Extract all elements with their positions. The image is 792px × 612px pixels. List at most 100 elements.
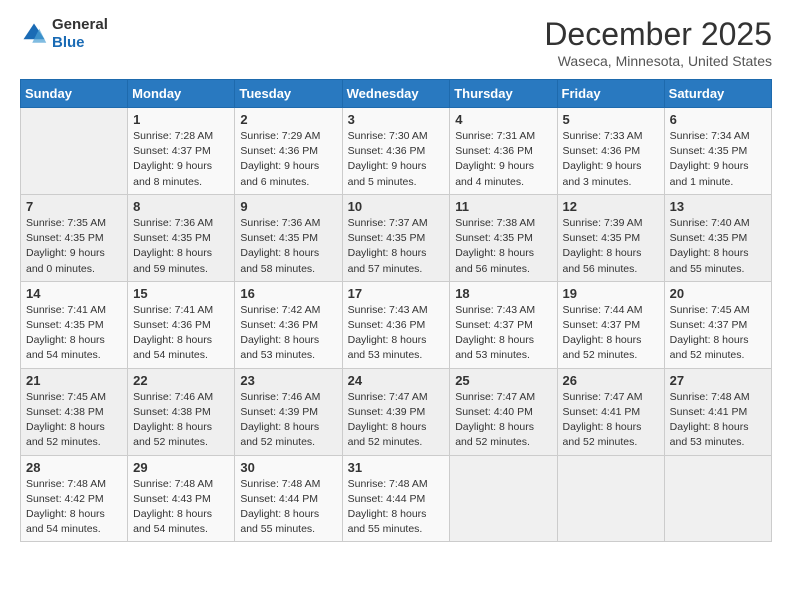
day-info: Sunrise: 7:28 AM Sunset: 4:37 PM Dayligh… — [133, 129, 229, 190]
calendar-week-row: 28 Sunrise: 7:48 AM Sunset: 4:42 PM Dayli… — [21, 455, 772, 542]
day-number: 9 — [240, 199, 336, 214]
day-number: 17 — [348, 286, 445, 301]
calendar-day-cell — [21, 108, 128, 195]
day-number: 24 — [348, 373, 445, 388]
day-number: 14 — [26, 286, 122, 301]
day-number: 23 — [240, 373, 336, 388]
page-header: General Blue December 2025 Waseca, Minne… — [20, 16, 772, 69]
day-info: Sunrise: 7:42 AM Sunset: 4:36 PM Dayligh… — [240, 303, 336, 364]
day-info: Sunrise: 7:38 AM Sunset: 4:35 PM Dayligh… — [455, 216, 551, 277]
weekday-header: Wednesday — [342, 80, 450, 108]
calendar-day-cell: 22 Sunrise: 7:46 AM Sunset: 4:38 PM Dayli… — [128, 368, 235, 455]
weekday-header: Tuesday — [235, 80, 342, 108]
calendar-day-cell: 16Sunrise: 7:42 AM Sunset: 4:36 PM Dayli… — [235, 281, 342, 368]
day-info: Sunrise: 7:35 AM Sunset: 4:35 PM Dayligh… — [26, 216, 122, 277]
day-info: Sunrise: 7:47 AM Sunset: 4:40 PM Dayligh… — [455, 390, 551, 451]
day-info: Sunrise: 7:44 AM Sunset: 4:37 PM Dayligh… — [563, 303, 659, 364]
calendar-day-cell: 6 Sunrise: 7:34 AM Sunset: 4:35 PM Daylig… — [664, 108, 771, 195]
calendar-day-cell: 25Sunrise: 7:47 AM Sunset: 4:40 PM Dayli… — [450, 368, 557, 455]
calendar-day-cell: 27Sunrise: 7:48 AM Sunset: 4:41 PM Dayli… — [664, 368, 771, 455]
calendar-table: SundayMondayTuesdayWednesdayThursdayFrid… — [20, 79, 772, 542]
calendar-day-cell: 30 Sunrise: 7:48 AM Sunset: 4:44 PM Dayli… — [235, 455, 342, 542]
day-number: 5 — [563, 112, 659, 127]
location: Waseca, Minnesota, United States — [544, 53, 772, 69]
calendar-week-row: 14Sunrise: 7:41 AM Sunset: 4:35 PM Dayli… — [21, 281, 772, 368]
day-number: 11 — [455, 199, 551, 214]
day-number: 22 — [133, 373, 229, 388]
day-info: Sunrise: 7:43 AM Sunset: 4:37 PM Dayligh… — [455, 303, 551, 364]
calendar-week-row: 1 Sunrise: 7:28 AM Sunset: 4:37 PM Daylig… — [21, 108, 772, 195]
day-number: 30 — [240, 460, 336, 475]
calendar-week-row: 7Sunrise: 7:35 AM Sunset: 4:35 PM Daylig… — [21, 194, 772, 281]
calendar-day-cell: 28 Sunrise: 7:48 AM Sunset: 4:42 PM Dayli… — [21, 455, 128, 542]
day-info: Sunrise: 7:48 AM Sunset: 4:43 PM Dayligh… — [133, 477, 229, 538]
day-info: Sunrise: 7:30 AM Sunset: 4:36 PM Dayligh… — [348, 129, 445, 190]
day-info: Sunrise: 7:41 AM Sunset: 4:36 PM Dayligh… — [133, 303, 229, 364]
calendar-day-cell: 31Sunrise: 7:48 AM Sunset: 4:44 PM Dayli… — [342, 455, 450, 542]
calendar-day-cell: 1 Sunrise: 7:28 AM Sunset: 4:37 PM Daylig… — [128, 108, 235, 195]
day-info: Sunrise: 7:46 AM Sunset: 4:39 PM Dayligh… — [240, 390, 336, 451]
calendar-day-cell: 2 Sunrise: 7:29 AM Sunset: 4:36 PM Daylig… — [235, 108, 342, 195]
calendar-day-cell: 13 Sunrise: 7:40 AM Sunset: 4:35 PM Dayli… — [664, 194, 771, 281]
day-number: 20 — [670, 286, 766, 301]
day-number: 1 — [133, 112, 229, 127]
calendar-day-cell: 21Sunrise: 7:45 AM Sunset: 4:38 PM Dayli… — [21, 368, 128, 455]
day-info: Sunrise: 7:31 AM Sunset: 4:36 PM Dayligh… — [455, 129, 551, 190]
day-number: 4 — [455, 112, 551, 127]
weekday-header: Friday — [557, 80, 664, 108]
calendar-day-cell: 23 Sunrise: 7:46 AM Sunset: 4:39 PM Dayli… — [235, 368, 342, 455]
day-info: Sunrise: 7:47 AM Sunset: 4:41 PM Dayligh… — [563, 390, 659, 451]
logo-icon — [20, 20, 48, 48]
day-info: Sunrise: 7:48 AM Sunset: 4:42 PM Dayligh… — [26, 477, 122, 538]
calendar-day-cell: 15 Sunrise: 7:41 AM Sunset: 4:36 PM Dayli… — [128, 281, 235, 368]
calendar-day-cell: 7Sunrise: 7:35 AM Sunset: 4:35 PM Daylig… — [21, 194, 128, 281]
day-info: Sunrise: 7:45 AM Sunset: 4:37 PM Dayligh… — [670, 303, 766, 364]
logo: General Blue — [20, 16, 108, 52]
title-block: December 2025 Waseca, Minnesota, United … — [544, 16, 772, 69]
calendar-day-cell: 9Sunrise: 7:36 AM Sunset: 4:35 PM Daylig… — [235, 194, 342, 281]
day-number: 8 — [133, 199, 229, 214]
day-info: Sunrise: 7:43 AM Sunset: 4:36 PM Dayligh… — [348, 303, 445, 364]
day-number: 12 — [563, 199, 659, 214]
day-number: 6 — [670, 112, 766, 127]
day-number: 3 — [348, 112, 445, 127]
day-info: Sunrise: 7:40 AM Sunset: 4:35 PM Dayligh… — [670, 216, 766, 277]
calendar-day-cell: 14Sunrise: 7:41 AM Sunset: 4:35 PM Dayli… — [21, 281, 128, 368]
day-info: Sunrise: 7:29 AM Sunset: 4:36 PM Dayligh… — [240, 129, 336, 190]
day-number: 10 — [348, 199, 445, 214]
weekday-header: Saturday — [664, 80, 771, 108]
weekday-header: Monday — [128, 80, 235, 108]
calendar-day-cell: 5Sunrise: 7:33 AM Sunset: 4:36 PM Daylig… — [557, 108, 664, 195]
calendar-day-cell: 3 Sunrise: 7:30 AM Sunset: 4:36 PM Daylig… — [342, 108, 450, 195]
day-info: Sunrise: 7:48 AM Sunset: 4:44 PM Dayligh… — [348, 477, 445, 538]
month-title: December 2025 — [544, 16, 772, 53]
calendar-day-cell: 26 Sunrise: 7:47 AM Sunset: 4:41 PM Dayli… — [557, 368, 664, 455]
day-info: Sunrise: 7:48 AM Sunset: 4:41 PM Dayligh… — [670, 390, 766, 451]
logo-blue: Blue — [52, 34, 85, 51]
day-number: 26 — [563, 373, 659, 388]
day-number: 28 — [26, 460, 122, 475]
calendar-day-cell: 4 Sunrise: 7:31 AM Sunset: 4:36 PM Daylig… — [450, 108, 557, 195]
calendar-day-cell: 12Sunrise: 7:39 AM Sunset: 4:35 PM Dayli… — [557, 194, 664, 281]
calendar-day-cell: 19 Sunrise: 7:44 AM Sunset: 4:37 PM Dayli… — [557, 281, 664, 368]
calendar-day-cell: 10 Sunrise: 7:37 AM Sunset: 4:35 PM Dayli… — [342, 194, 450, 281]
calendar-week-row: 21Sunrise: 7:45 AM Sunset: 4:38 PM Dayli… — [21, 368, 772, 455]
day-info: Sunrise: 7:36 AM Sunset: 4:35 PM Dayligh… — [133, 216, 229, 277]
day-info: Sunrise: 7:46 AM Sunset: 4:38 PM Dayligh… — [133, 390, 229, 451]
day-info: Sunrise: 7:34 AM Sunset: 4:35 PM Dayligh… — [670, 129, 766, 190]
calendar-day-cell: 20 Sunrise: 7:45 AM Sunset: 4:37 PM Dayli… — [664, 281, 771, 368]
weekday-header: Sunday — [21, 80, 128, 108]
day-info: Sunrise: 7:45 AM Sunset: 4:38 PM Dayligh… — [26, 390, 122, 451]
logo-text: General Blue — [52, 16, 108, 52]
day-number: 29 — [133, 460, 229, 475]
day-number: 2 — [240, 112, 336, 127]
day-number: 13 — [670, 199, 766, 214]
calendar-day-cell: 17 Sunrise: 7:43 AM Sunset: 4:36 PM Dayli… — [342, 281, 450, 368]
day-number: 19 — [563, 286, 659, 301]
day-number: 18 — [455, 286, 551, 301]
day-info: Sunrise: 7:48 AM Sunset: 4:44 PM Dayligh… — [240, 477, 336, 538]
day-number: 15 — [133, 286, 229, 301]
day-info: Sunrise: 7:37 AM Sunset: 4:35 PM Dayligh… — [348, 216, 445, 277]
weekday-header-row: SundayMondayTuesdayWednesdayThursdayFrid… — [21, 80, 772, 108]
calendar-day-cell: 29 Sunrise: 7:48 AM Sunset: 4:43 PM Dayli… — [128, 455, 235, 542]
